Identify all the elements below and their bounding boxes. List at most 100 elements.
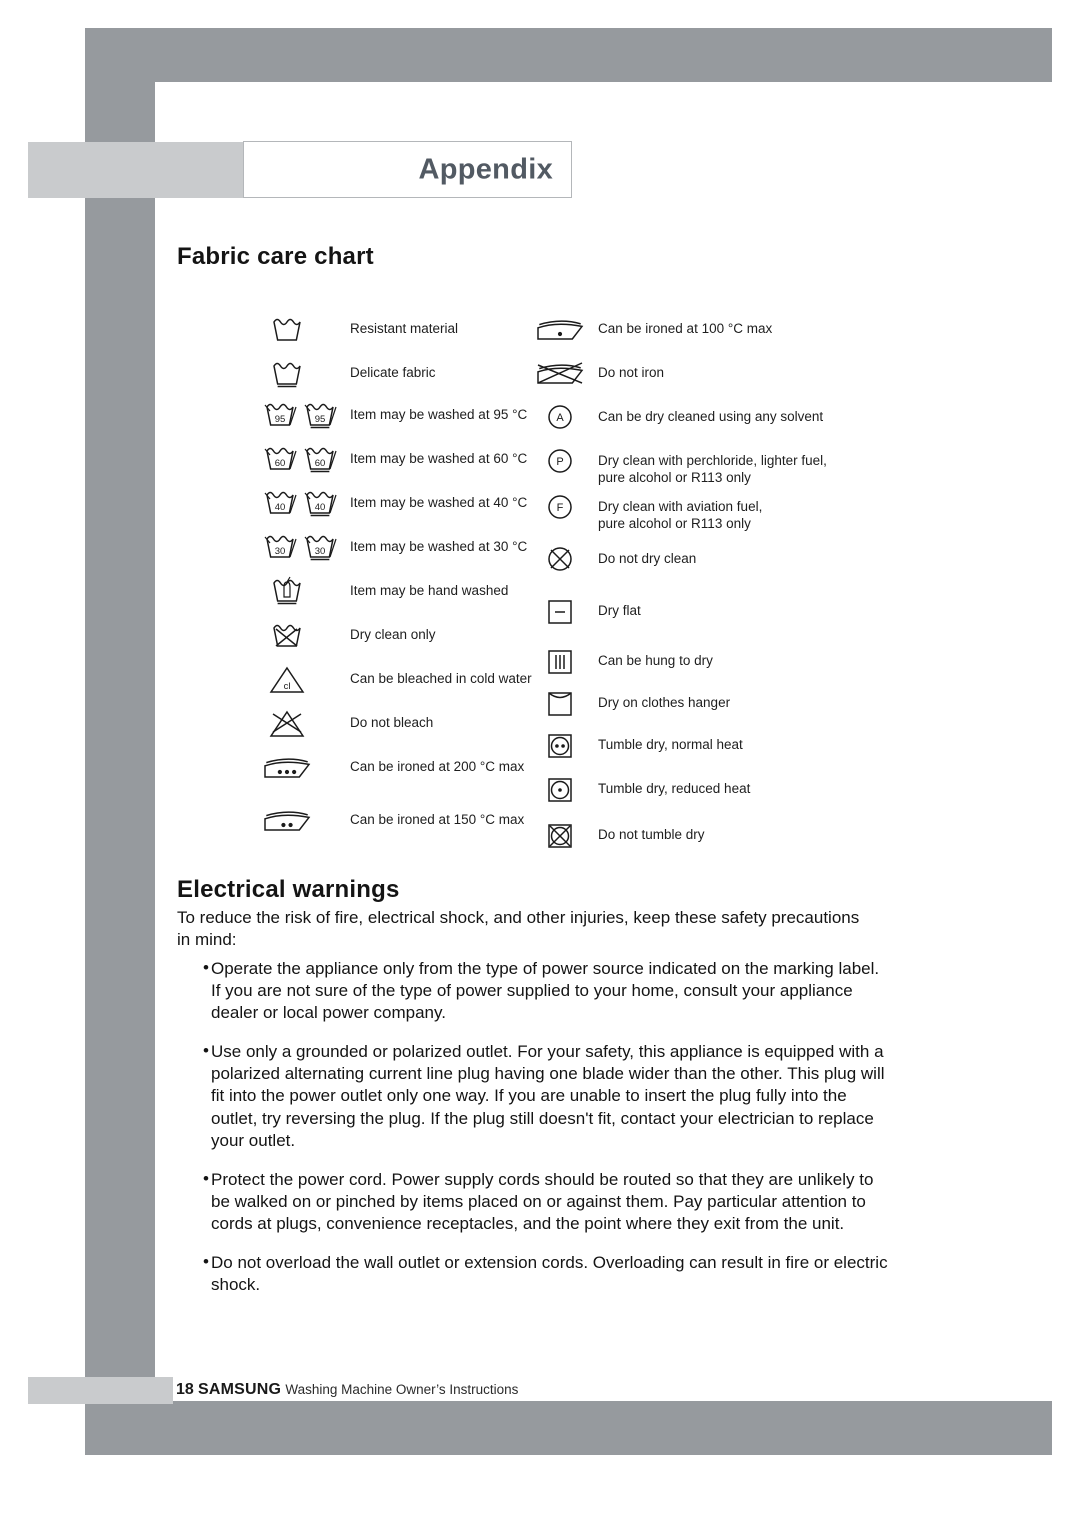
wash-tub-40-pair-icon: 40 40 — [236, 486, 338, 520]
fabric-symbol-label: Tumble dry, normal heat — [598, 737, 743, 752]
fabric-symbol-label: Can be ironed at 200 °C max — [350, 759, 525, 774]
svg-text:cl: cl — [284, 681, 291, 692]
do-not-tumble-dry-icon — [536, 818, 584, 852]
fabric-symbol-row: 30 30 Item may be washed at 30 °C — [236, 530, 527, 564]
dry-flat-square-icon — [536, 594, 584, 628]
hand-wash-tub-icon — [236, 574, 338, 608]
fabric-symbol-label: Tumble dry, reduced heat — [598, 781, 751, 796]
warning-list-item: • Use only a grounded or polarized outlet… — [177, 1041, 889, 1151]
fabric-symbol-row: Item may be hand washed — [236, 574, 508, 608]
fabric-symbol-label: Item may be washed at 40 °C — [350, 495, 528, 510]
wash-tub-30-pair-icon: 30 30 — [236, 530, 338, 564]
fabric-symbol-row: Dry clean only — [236, 618, 436, 652]
fabric-symbol-row: Delicate fabric — [236, 356, 436, 390]
wash-tub-icon — [236, 312, 338, 346]
warning-list-item: • Operate the appliance only from the typ… — [177, 958, 889, 1024]
wash-tub-60-pair-icon: 60 60 — [236, 442, 338, 476]
warning-list-item: • Do not overload the wall outlet or exte… — [177, 1252, 889, 1296]
fabric-symbol-row: F Dry clean with aviation fuel, pure alco… — [536, 490, 762, 533]
bullet-marker-icon: • — [203, 1168, 209, 1188]
bullet-marker-icon: • — [203, 1252, 209, 1272]
fabric-symbol-row: Can be ironed at 150 °C max — [236, 803, 524, 837]
electrical-warnings-list: • Operate the appliance only from the typ… — [177, 958, 889, 1313]
svg-text:60: 60 — [315, 458, 326, 469]
fabric-symbol-row: Dry on clothes hanger — [536, 686, 730, 720]
fabric-symbol-label: Dry flat — [598, 603, 641, 618]
fabric-care-chart-heading: Fabric care chart — [177, 243, 374, 270]
fabric-symbol-row: cl Can be bleached in cold water — [236, 662, 532, 696]
svg-text:30: 30 — [275, 546, 286, 557]
fabric-symbol-label: Resistant material — [350, 321, 459, 336]
circle-f-icon: F — [536, 490, 584, 524]
footer-brand: SAMSUNG — [197, 1381, 282, 1398]
footer-page-number: 18 — [176, 1381, 194, 1398]
circle-p-icon: P — [536, 444, 584, 478]
footer-tab-band — [28, 1377, 173, 1404]
electrical-warnings-heading: Electrical warnings — [177, 876, 400, 903]
tumble-dry-two-dots-icon — [536, 728, 584, 762]
bleach-triangle-cl-icon: cl — [236, 662, 338, 696]
fabric-symbol-row: 40 40 Item may be washed at 40 °C — [236, 486, 527, 520]
fabric-symbol-row: P Dry clean with perchloride, lighter fue… — [536, 444, 827, 487]
fabric-symbol-row: 60 60 Item may be washed at 60 °C — [236, 442, 527, 476]
fabric-symbol-label: Item may be washed at 95 °C — [350, 407, 528, 422]
fabric-symbol-row: Resistant material — [236, 312, 458, 346]
clothes-hanger-square-icon — [536, 686, 584, 720]
footer: 18 SAMSUNG Washing Machine Owner’s Instr… — [176, 1381, 518, 1399]
do-not-dry-clean-circle-crossed-icon — [536, 542, 584, 576]
fabric-symbol-row: A Can be dry cleaned using any solvent — [536, 400, 823, 434]
fabric-symbol-label: Delicate fabric — [350, 365, 436, 380]
fabric-symbol-row: Can be ironed at 200 °C max — [236, 750, 524, 784]
tumble-dry-one-dot-icon — [536, 772, 584, 806]
fabric-symbol-row: Do not dry clean — [536, 542, 696, 576]
fabric-symbol-label: Can be bleached in cold water — [350, 671, 532, 686]
warning-text: Use only a grounded or polarized outlet.… — [211, 1042, 885, 1150]
warning-text: Protect the power cord. Power supply cor… — [211, 1169, 874, 1233]
svg-text:P: P — [556, 456, 563, 468]
fabric-symbol-label: Dry clean only — [350, 627, 436, 642]
document-content: Fabric care chart Resistant material Deli… — [0, 0, 1080, 1538]
warning-text: Operate the appliance only from the type… — [211, 959, 880, 1023]
fabric-symbol-label: Do not iron — [598, 365, 665, 380]
electrical-warnings-intro: To reduce the risk of fire, electrical s… — [177, 908, 860, 950]
fabric-symbol-row: Can be hung to dry — [536, 644, 713, 678]
fabric-symbol-row: Do not bleach — [236, 706, 433, 740]
svg-text:A: A — [556, 412, 564, 424]
fabric-symbol-label: Item may be hand washed — [350, 583, 509, 598]
iron-two-dots-icon — [236, 803, 338, 837]
fabric-symbol-row: Dry flat — [536, 594, 641, 628]
svg-text:95: 95 — [315, 414, 326, 425]
dry-clean-only-tub-crossed-icon — [236, 618, 338, 652]
fabric-symbol-row: Do not tumble dry — [536, 818, 705, 852]
do-not-bleach-triangle-icon — [236, 706, 338, 740]
bullet-marker-icon: • — [203, 958, 209, 977]
fabric-symbol-label: Can be hung to dry — [598, 653, 713, 668]
svg-text:30: 30 — [315, 546, 326, 557]
svg-text:60: 60 — [275, 458, 286, 469]
iron-one-dot-icon — [536, 312, 584, 346]
fabric-symbol-label: Item may be washed at 60 °C — [350, 451, 528, 466]
fabric-symbol-row: Tumble dry, normal heat — [536, 728, 743, 762]
bullet-marker-icon: • — [203, 1041, 209, 1061]
warning-text: Do not overload the wall outlet or exten… — [211, 1253, 888, 1295]
fabric-symbol-label: Dry on clothes hanger — [598, 695, 731, 710]
hang-to-dry-square-icon — [536, 644, 584, 678]
fabric-symbol-label: Dry clean with perchloride, lighter fuel… — [598, 453, 827, 486]
fabric-symbol-label: Do not tumble dry — [598, 827, 705, 842]
fabric-symbol-label: Do not bleach — [350, 715, 434, 730]
fabric-symbol-label: Can be ironed at 150 °C max — [350, 812, 525, 827]
fabric-symbol-label: Dry clean with aviation fuel, pure alcoh… — [598, 499, 763, 532]
wash-tub-95-pair-icon: 95 95 — [236, 398, 338, 432]
fabric-symbol-row: Can be ironed at 100 °C max — [536, 312, 772, 346]
footer-subtitle: Washing Machine Owner’s Instructions — [285, 1382, 519, 1397]
svg-text:F: F — [557, 502, 564, 514]
fabric-symbol-row: Do not iron — [536, 356, 664, 390]
circle-a-icon: A — [536, 400, 584, 434]
fabric-symbol-row: Tumble dry, reduced heat — [536, 772, 750, 806]
fabric-symbol-row: 95 95 Item may be washed at 95 °C — [236, 398, 527, 432]
svg-text:40: 40 — [275, 502, 286, 513]
fabric-symbol-label: Do not dry clean — [598, 551, 697, 566]
wash-tub-underline-icon — [236, 356, 338, 390]
do-not-iron-icon — [536, 356, 584, 390]
svg-text:95: 95 — [275, 414, 286, 425]
